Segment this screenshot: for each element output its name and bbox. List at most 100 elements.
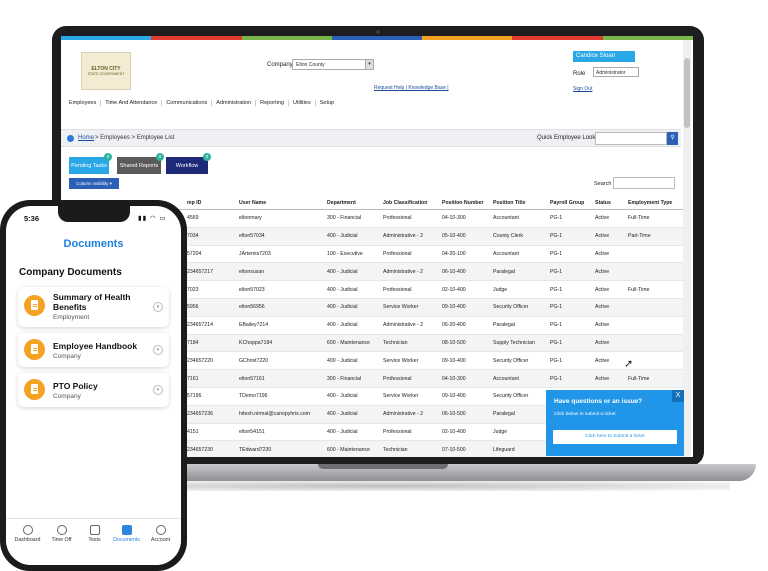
company-select[interactable]: Elton County ▾ — [292, 59, 374, 70]
color-bar-segment — [241, 36, 332, 40]
table-cell: Supply Technician — [493, 339, 535, 346]
refresh-icon[interactable] — [67, 135, 74, 142]
table-cell: 234657217 — [187, 268, 213, 275]
column-header[interactable]: Position Title — [493, 196, 548, 209]
table-cell: 100 - Executive — [327, 250, 363, 257]
table-cell: eltonmary — [239, 215, 262, 222]
table-cell: 400 - Judicial — [327, 286, 358, 293]
table-cell: Security Officer — [493, 357, 529, 364]
column-header[interactable]: Payroll Group — [550, 196, 593, 209]
nav-employees[interactable]: Employees — [65, 100, 102, 106]
sign-out-link[interactable]: Sign Out — [573, 86, 592, 92]
tab-label: Tests — [88, 537, 101, 543]
table-cell: 400 - Judicial — [327, 304, 358, 311]
chevron-down-icon[interactable]: ▾ — [153, 385, 163, 395]
column-header[interactable]: Position Number — [442, 196, 491, 209]
table-cell: Accountant — [493, 250, 519, 257]
document-card-health-benefits[interactable]: Summary of Health Benefits Employment ▾ — [18, 287, 169, 327]
table-cell: 234657214 — [187, 322, 213, 329]
table-cell: 08-10-500 — [442, 339, 466, 346]
main-navbar: Employees Time And Attendance Communicat… — [65, 100, 338, 106]
table-cell: 234657220 — [187, 357, 213, 364]
table-cell: TDemo7196 — [239, 393, 268, 400]
document-card-employee-handbook[interactable]: Employee Handbook Company ▾ — [18, 333, 169, 367]
table-cell: PG-1 — [550, 233, 563, 240]
table-cell: 09-10-400 — [442, 393, 466, 400]
column-visibility-button[interactable]: Column visibility ▾ — [69, 178, 119, 189]
table-cell: Security Officer — [493, 393, 529, 400]
workflow-count: 0 — [203, 153, 211, 161]
tab-account[interactable]: Account — [144, 525, 177, 543]
search-icon[interactable]: ⚲ — [667, 132, 678, 145]
table-cell: 234657230 — [187, 446, 213, 453]
shared-reports-count: 0 — [156, 153, 164, 161]
table-cell: 09-10-400 — [442, 357, 466, 364]
scrollbar[interactable] — [683, 40, 691, 456]
workflow-button[interactable]: Workflow 0 — [166, 153, 211, 174]
company-logo[interactable]: ELTON CITY STATE GOVERNMENT — [81, 52, 131, 90]
document-icon — [24, 339, 45, 360]
nav-setup[interactable]: Setup — [316, 100, 338, 106]
column-header[interactable]: Department — [327, 196, 381, 209]
help-links[interactable]: Request Help | Knowledge Base | — [374, 85, 449, 91]
pending-tasks-button[interactable]: Pending Tasks 0 — [69, 153, 112, 174]
user-name-badge[interactable]: Candice Sloan — [573, 51, 635, 62]
column-header[interactable]: Status — [595, 196, 626, 209]
nav-time-and-attendance[interactable]: Time And Attendance — [101, 100, 163, 106]
table-cell: 02-10-400 — [442, 428, 466, 435]
column-header[interactable]: Job Classification — [383, 196, 440, 209]
nav-utilities[interactable]: Utilities — [289, 100, 316, 106]
table-cell: 4569 — [187, 215, 199, 222]
table-cell: 7161 — [187, 375, 199, 382]
tab-dashboard[interactable]: Dashboard — [11, 525, 44, 543]
column-header[interactable]: Employment Type — [628, 196, 683, 209]
close-icon[interactable]: X — [672, 390, 684, 402]
table-cell: Full-Time — [628, 375, 650, 382]
table-cell: Judge — [493, 428, 508, 435]
chevron-down-icon[interactable]: ▾ — [153, 345, 163, 355]
nav-communications[interactable]: Communications — [162, 100, 213, 106]
table-cell: PG-1 — [550, 250, 563, 257]
quick-lookup-input[interactable] — [595, 132, 667, 145]
table-cell: Active — [595, 286, 610, 293]
table-cell: 400 - Judicial — [327, 393, 358, 400]
table-cell: Paralegal — [493, 268, 515, 275]
mouse-cursor-icon: ➚ — [624, 358, 634, 370]
table-cell: Accountant — [493, 215, 519, 222]
table-cell: Judge — [493, 286, 508, 293]
tab-documents[interactable]: Documents — [110, 525, 143, 543]
table-cell: 300 - Financial — [327, 215, 362, 222]
document-card-pto-policy[interactable]: PTO Policy Company ▾ — [18, 373, 169, 407]
breadcrumb-home-link[interactable]: Home — [78, 135, 94, 141]
shared-reports-button[interactable]: Shared Reports 0 — [117, 153, 164, 174]
chevron-down-icon[interactable]: ▾ — [153, 302, 163, 312]
column-header[interactable]: mp ID — [187, 196, 237, 209]
table-cell: PG-1 — [550, 215, 563, 222]
table-cell: 5956 — [187, 304, 199, 311]
tab-time-off[interactable]: Time Off — [45, 525, 78, 543]
table-cell: elton54151 — [239, 428, 265, 435]
table-cell — [628, 352, 683, 369]
table-cell: 09-10-400 — [442, 304, 466, 311]
nav-administration[interactable]: Administration — [212, 100, 257, 106]
scrollbar-thumb[interactable] — [684, 58, 690, 128]
table-cell: EBailey7214 — [239, 322, 269, 329]
logo-line-2: STATE GOVERNMENT — [87, 72, 125, 76]
column-header[interactable]: User Name — [239, 196, 324, 209]
tab-tests[interactable]: Tests — [78, 525, 111, 543]
table-cell: Active — [595, 233, 610, 240]
nav-reporting[interactable]: Reporting — [256, 100, 289, 106]
table-cell: Full-Time — [628, 286, 650, 293]
table-cell: 400 - Judicial — [327, 268, 358, 275]
table-cell: 04-20-100 — [442, 250, 466, 257]
table-cell: 06-10-400 — [442, 268, 466, 275]
submit-ticket-button[interactable]: Click here to Submit a ticket — [553, 430, 677, 444]
table-cell: elton57161 — [239, 375, 265, 382]
table-search-input[interactable] — [613, 177, 675, 189]
table-cell — [628, 246, 683, 263]
breadcrumb-path: > Employees > Employee List — [95, 135, 175, 141]
laptop-opening-notch — [318, 464, 448, 469]
workflow-label: Workflow — [175, 162, 199, 169]
table-cell — [628, 263, 683, 280]
role-select[interactable]: Administrator — [593, 67, 639, 77]
